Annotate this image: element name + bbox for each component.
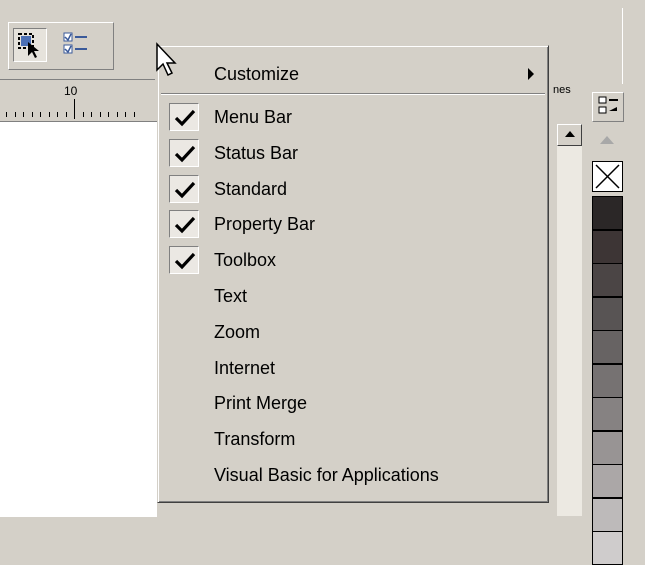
menu-item-customize[interactable]: Customize (158, 57, 550, 91)
menu-item-label: Visual Basic for Applications (214, 465, 439, 485)
menu-separator (161, 93, 545, 95)
menu-item-standard[interactable]: Standard (158, 172, 550, 206)
ruler-tick (49, 112, 50, 117)
mouse-pointer-icon (155, 42, 181, 83)
toolbar-options-button[interactable] (60, 28, 94, 62)
ruler-tick (40, 112, 41, 117)
ruler-tick (32, 112, 33, 117)
menu-item-label: Text (214, 286, 248, 306)
checkmark-icon (169, 210, 199, 239)
palette-scroll-up-icon[interactable] (600, 136, 614, 144)
vertical-scrollbar[interactable] (557, 146, 582, 516)
menu-item-zoom[interactable]: Zoom (158, 315, 550, 349)
color-swatch[interactable] (592, 330, 623, 364)
menu-item-print-merge[interactable]: Print Merge (158, 386, 550, 420)
color-swatch[interactable] (592, 363, 623, 398)
color-swatch[interactable] (592, 531, 623, 565)
ruler-tick (108, 112, 109, 117)
color-swatch[interactable] (592, 397, 623, 431)
drawing-canvas[interactable] (0, 121, 157, 517)
no-fill-swatch[interactable] (592, 161, 623, 192)
menu-item-property-bar[interactable]: Property Bar (158, 207, 550, 241)
menu-item-status-bar[interactable]: Status Bar (158, 136, 550, 170)
color-swatch[interactable] (592, 296, 623, 331)
menu-item-toolbox[interactable]: Toolbox (158, 243, 550, 277)
color-swatch[interactable] (592, 430, 623, 465)
pick-tool-button[interactable] (13, 28, 47, 62)
color-swatch[interactable] (592, 263, 623, 297)
ruler-tick (125, 112, 126, 117)
ruler-tick (15, 112, 16, 117)
ruler-tick (74, 99, 75, 119)
checkmark-icon (169, 246, 199, 275)
color-swatch[interactable] (592, 229, 623, 264)
side-ruler-label: nes (553, 84, 571, 96)
ruler-tick (23, 112, 24, 117)
checkmark-icon (169, 138, 199, 167)
menu-item-visual-basic-for-applications[interactable]: Visual Basic for Applications (158, 458, 550, 492)
ruler-tick (117, 112, 118, 117)
divider (583, 84, 590, 516)
menu-item-label: Status Bar (214, 142, 299, 163)
menu-item-label: Customize (214, 64, 300, 84)
menu-item-internet[interactable]: Internet (158, 351, 550, 385)
scroll-up-button[interactable] (557, 124, 582, 146)
ruler-tick (100, 112, 101, 117)
checkmark-icon (169, 103, 199, 131)
ruler-label: 10 (64, 84, 78, 98)
menu-item-label: Print Merge (214, 393, 308, 414)
color-swatch[interactable] (592, 196, 623, 230)
ruler-tick (6, 112, 7, 117)
color-swatch[interactable] (592, 464, 623, 498)
menu-item-label: Toolbox (214, 250, 277, 271)
menu-item-transform[interactable]: Transform (158, 422, 550, 456)
color-swatch[interactable] (592, 497, 623, 532)
menu-item-menu-bar[interactable]: Menu Bar (158, 100, 550, 134)
checkmark-icon (169, 174, 199, 203)
ruler-tick (83, 112, 84, 117)
ruler-tick (91, 112, 92, 117)
toolbars-context-menu: Customize Menu Bar Status Bar Standard Prop… (157, 45, 549, 503)
submenu-arrow-icon (528, 68, 534, 80)
menu-item-text[interactable]: Text (158, 279, 550, 313)
menu-item-label: Property Bar (214, 214, 316, 235)
window-edge (622, 8, 645, 516)
ruler-tick (66, 112, 67, 117)
palette-options-button[interactable] (592, 92, 624, 122)
ruler-tick (57, 112, 58, 117)
menu-item-label: Transform (214, 429, 296, 450)
ruler-tick (134, 112, 135, 117)
menu-item-label: Zoom (214, 321, 261, 342)
menu-item-label: Menu Bar (214, 107, 293, 127)
menu-item-label: Standard (214, 178, 288, 199)
menu-item-label: Internet (214, 357, 276, 378)
